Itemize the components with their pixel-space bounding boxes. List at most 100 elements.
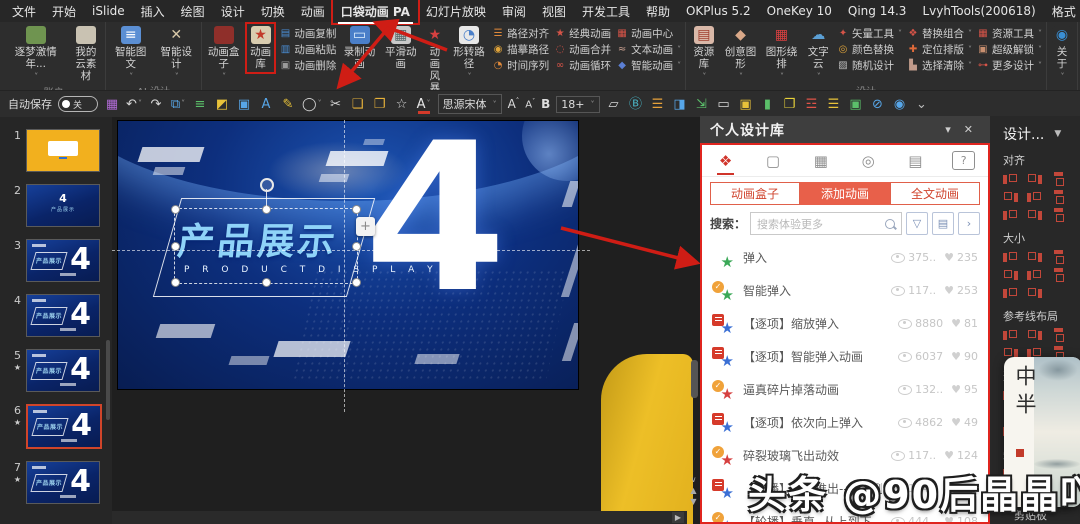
resource-tools-button[interactable]: ▦ 资源工具 ˅ (977, 26, 1042, 41)
path-align-button[interactable]: ☰ 路径对齐 (492, 26, 549, 41)
smooth-animation-button[interactable]: ▦ 平滑动画 (383, 24, 419, 72)
menu-item-home[interactable]: 开始 (44, 0, 84, 23)
visibility-icon[interactable]: ◉ (892, 96, 908, 113)
format-brush-icon[interactable]: ✎ (280, 96, 296, 113)
animation-center-button[interactable]: ▦ 动画中心 (616, 26, 681, 41)
animation-list-item[interactable]: ★ 弹入 375.. ♥ 235 (710, 241, 980, 274)
small-rect-icon[interactable]: ▭ (716, 96, 732, 113)
account-avatar-button[interactable]: 逐梦激情年... ˅ (6, 24, 65, 83)
menu-item-dev-tools[interactable]: 开发工具 (574, 0, 638, 23)
font-color-icon[interactable]: A ˅ (416, 96, 432, 114)
menu-item-pocket-animation-pa[interactable]: 口袋动画 PA (333, 0, 418, 24)
time-sequence-button[interactable]: ◔ 时间序列 (492, 58, 549, 73)
merge-animation-button[interactable]: ◌ 动画合并 (554, 42, 611, 57)
undo-icon[interactable]: ↶ ˅ (126, 96, 142, 113)
resource-library-button[interactable]: ▤ 资源库 ˅ (690, 24, 717, 83)
shape-to-path-button[interactable]: ◔ 形转路径 ˅ (451, 24, 487, 83)
animation-list-item[interactable]: ★ 【逐项】依次向上弹入 4862 ♥ 49 (710, 406, 980, 439)
slide-big-number[interactable]: 4 (364, 121, 507, 322)
image-icon[interactable]: ▦ (810, 150, 832, 172)
random-design-button[interactable]: ▨ 随机设计 (837, 58, 902, 73)
align-tool-icon[interactable] (1027, 191, 1042, 204)
add-placeholder-button[interactable]: + (356, 217, 375, 236)
menu-item-file[interactable]: 文件 (4, 0, 44, 23)
slide-thumbnail-2[interactable]: 4 产品展示 (26, 184, 100, 227)
forbid-icon[interactable]: ⊘ (870, 96, 886, 113)
menu-item-onekey[interactable]: OneKey 10 (759, 1, 840, 21)
animation-library-button[interactable]: ★ 动画库 (247, 24, 275, 72)
highlight-a-icon[interactable]: ▣ (848, 96, 864, 113)
menu-item-format[interactable]: 格式 (1044, 0, 1080, 23)
filter-button[interactable]: ▽ (906, 212, 928, 235)
creative-shapes-button[interactable]: ◆ 创意图形 ˅ (723, 24, 759, 83)
resize-handle[interactable] (171, 205, 180, 214)
canvas-scroll-buttons[interactable]: ∨ ▲ ▼ (688, 476, 699, 506)
align-tool-icon[interactable] (1003, 209, 1018, 222)
menu-item-transitions[interactable]: 切换 (253, 0, 293, 23)
rotation-handle[interactable] (260, 178, 274, 192)
slide-thumbnail-4[interactable]: 产品展示 4 (26, 294, 100, 337)
more-options-icon[interactable]: ⌄ (914, 96, 930, 113)
my-cloud-assets-button[interactable]: 我的 云素材 (70, 24, 101, 84)
size-tool-icon[interactable] (1052, 268, 1065, 283)
align-tool-icon[interactable] (1052, 208, 1065, 223)
divider-icon[interactable]: ▮ (760, 96, 776, 113)
text-animation-button[interactable]: ≈ 文本动画 ˅ (616, 42, 681, 57)
previous-slide-icon[interactable]: ▲ (690, 487, 696, 495)
menu-item-review[interactable]: 审阅 (494, 0, 534, 23)
size-tool-icon[interactable] (1027, 287, 1042, 300)
save-icon[interactable]: ▦ (104, 96, 120, 113)
font-name-select[interactable]: 思源宋体 ˅ (437, 94, 502, 114)
record-animation-button[interactable]: ▭ 录制动画 (341, 24, 377, 72)
bring-front-icon[interactable]: ❏ (350, 96, 366, 113)
replace-group-button[interactable]: ❖ 替换组合 ˅ (907, 26, 972, 41)
swap-size-icon[interactable]: ⇲ (694, 96, 710, 113)
menu-item-slideshow[interactable]: 幻灯片放映 (418, 0, 494, 23)
delete-animation-button[interactable]: ▣ 动画删除 (279, 58, 337, 73)
font-decrease-button[interactable]: A˅ (525, 98, 535, 110)
super-unlock-button[interactable]: ▣ 超级解锁 ˅ (977, 42, 1042, 57)
insert-picture-icon[interactable]: ▣ (236, 96, 252, 113)
size-tool-icon[interactable] (1027, 269, 1042, 282)
font-increase-button[interactable]: A˄ (508, 97, 520, 111)
menu-item-islide[interactable]: iSlide (84, 1, 133, 21)
smart-animation-button[interactable]: ◆ 智能动画 ˅ (616, 58, 681, 73)
about-button[interactable]: ◉ 关于 ˅ (1051, 24, 1073, 83)
tab-add-animation[interactable]: 添加动画 (800, 182, 890, 205)
align-tool-icon[interactable] (1003, 191, 1018, 204)
animation-list-item[interactable]: ✓ ★ 智能弹入 117.. ♥ 253 (710, 274, 980, 307)
favorite-icon[interactable]: ☆ (394, 96, 410, 113)
vector-tools-button[interactable]: ✦ 矢量工具 ˅ (837, 26, 902, 41)
distort-icon[interactable]: ▱ (606, 96, 622, 113)
menu-item-insert[interactable]: 插入 (133, 0, 173, 23)
paste-animation-button[interactable]: ▥ 动画粘贴 (279, 42, 337, 57)
save-library-button[interactable]: ▤ (932, 212, 954, 235)
animation-list-item[interactable]: ★ 【逐项】缩放弹入 8880 ♥ 81 (710, 307, 980, 340)
idea-bulb-icon[interactable]: ◎ (858, 150, 879, 172)
menu-item-lvyhtools[interactable]: LvyhTools(200618) (914, 1, 1043, 21)
fill-color-icon[interactable]: ◨ (672, 96, 688, 113)
panel-collapse-button[interactable]: ▾ (939, 123, 958, 136)
slide-canvas[interactable]: 4 产品展示 P R O D U C T D I S P L A Y + (118, 121, 578, 389)
thumbnail-scrollbar[interactable] (106, 340, 110, 420)
horizontal-scrollbar[interactable]: ▶ (112, 511, 687, 524)
slide-thumbnail-5[interactable]: 产品展示 4 (26, 349, 100, 392)
tab-animation-box[interactable]: 动画盒子 (710, 182, 800, 205)
expand-button[interactable]: › (958, 212, 980, 235)
resize-handle[interactable] (352, 205, 361, 214)
menu-item-view[interactable]: 视图 (534, 0, 574, 23)
storage-icon[interactable]: ▤ (904, 150, 926, 172)
copy-style-icon[interactable]: ❐ (782, 96, 798, 113)
copy-animation-button[interactable]: ▤ 动画复制 (279, 26, 337, 41)
circled-b-icon[interactable]: Ⓑ (628, 96, 644, 113)
menu-item-draw[interactable]: 绘图 (173, 0, 213, 23)
align-tool-icon[interactable] (1003, 173, 1018, 186)
scroll-right-icon[interactable]: ▶ (672, 512, 684, 523)
align-tool-icon[interactable] (1027, 209, 1042, 222)
shape-wrap-button[interactable]: ▦ 图形绕排 ˅ (764, 24, 800, 83)
frame-icon[interactable]: ▣ (738, 96, 754, 113)
trace-path-button[interactable]: ◉ 描摹路径 (492, 42, 549, 57)
slide-thumbnail-6[interactable]: 产品展示 4 (26, 404, 102, 449)
align-tool-icon[interactable] (1052, 190, 1065, 205)
slide-thumbnail-3[interactable]: 产品展示 4 (26, 239, 100, 282)
